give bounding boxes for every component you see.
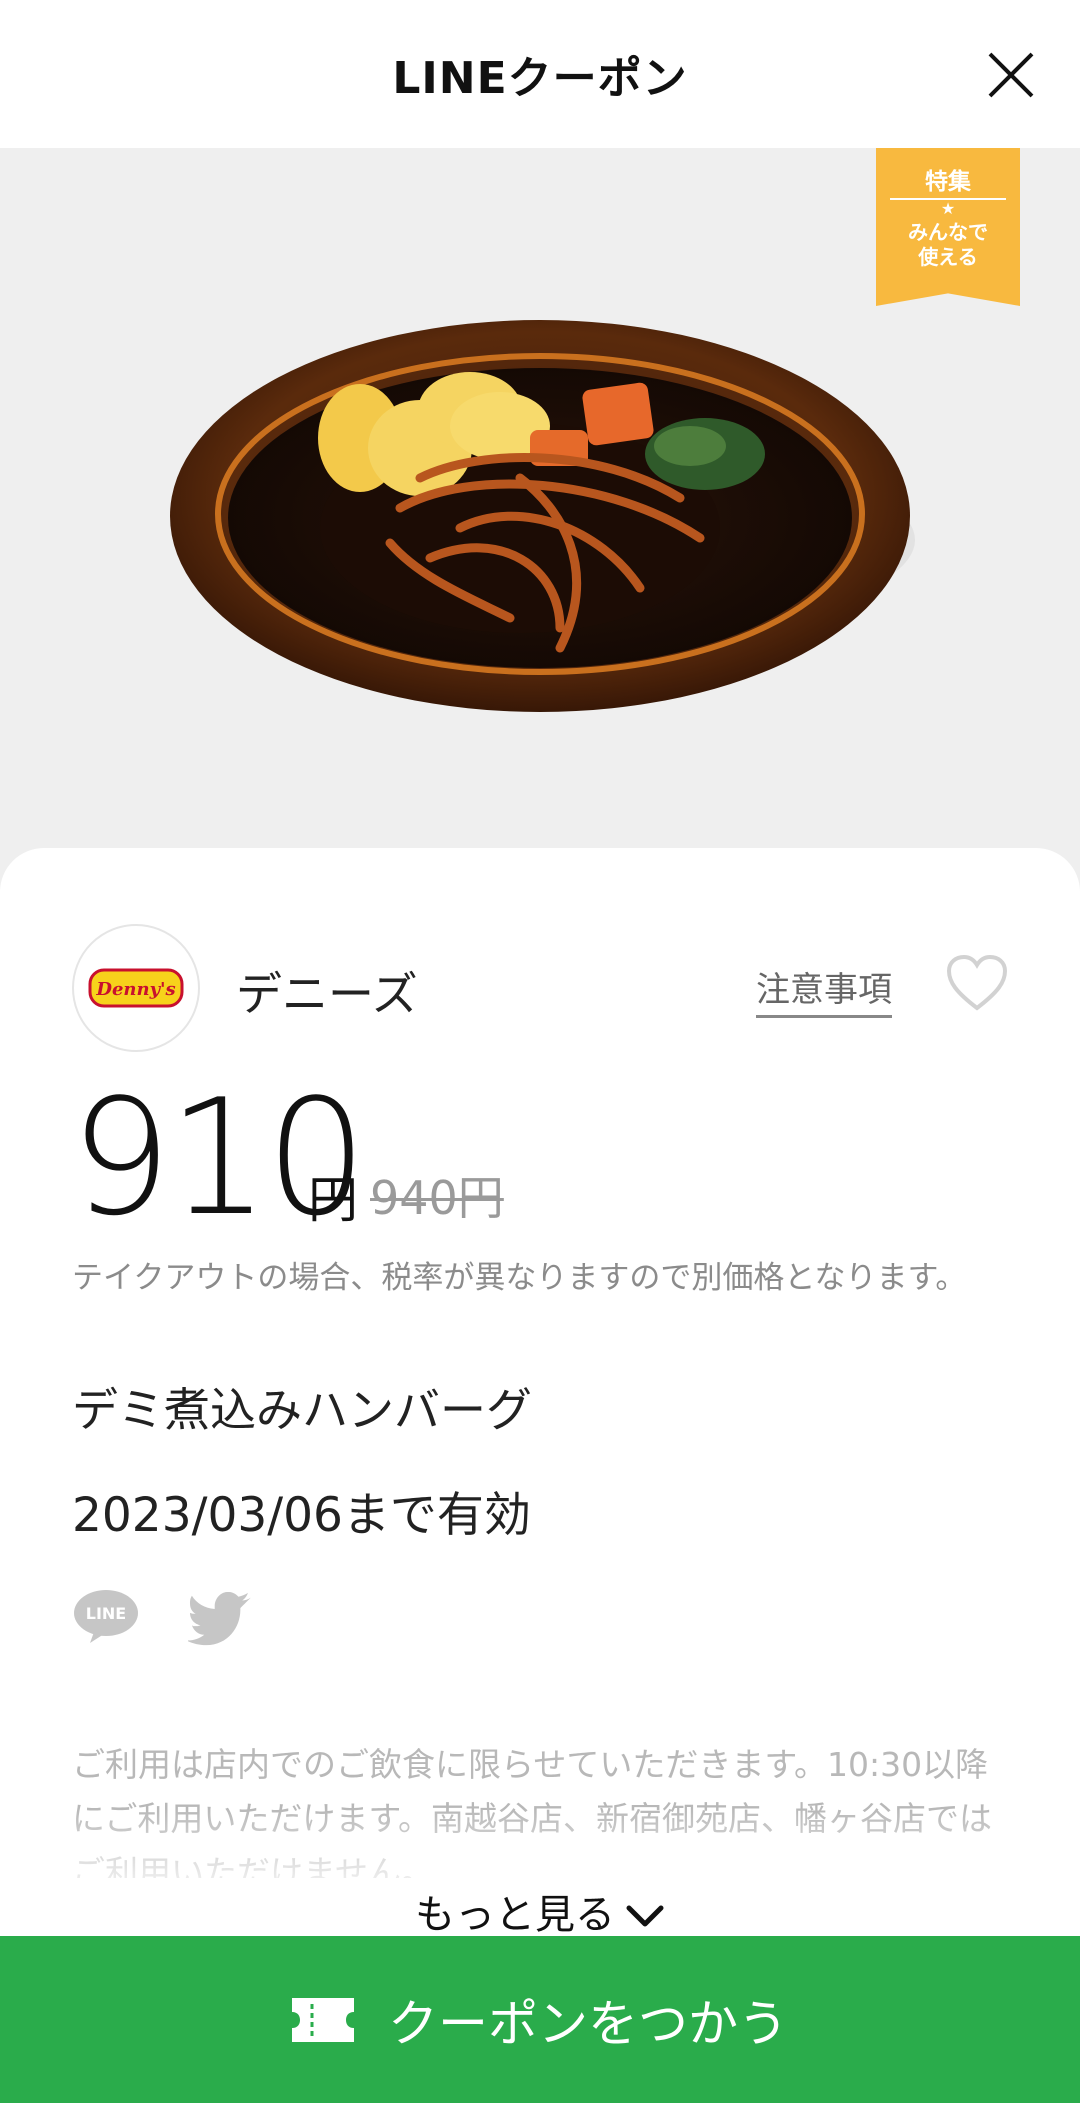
show-more-label: もっと見る (415, 1892, 615, 1938)
line-share-icon[interactable]: LINE (72, 1588, 140, 1644)
chevron-down-icon (626, 1905, 664, 1927)
coupon-card: Denny's デニーズ 注意事項 910 円 940円 テイクアウトの場合、税… (0, 848, 1080, 2103)
badge-line-3: 使える (918, 245, 978, 269)
shop-logo: Denny's (72, 924, 200, 1052)
app-header: LINEクーポン (0, 0, 1080, 149)
feature-badge: 特集 ★ みんなで 使える (876, 148, 1020, 306)
price-unit: 円 (308, 1171, 358, 1229)
show-more-button[interactable]: もっと見る (0, 1882, 1080, 1940)
use-coupon-label: クーポンをつかう (388, 1994, 788, 2053)
svg-text:LINE: LINE (86, 1604, 126, 1623)
favorite-heart-icon[interactable] (946, 954, 1008, 1012)
dennys-logo-icon: Denny's (88, 968, 184, 1008)
badge-star-icon: ★ (890, 198, 1006, 218)
ticket-icon (292, 1997, 354, 2042)
badge-line-2: みんなで (908, 220, 988, 244)
svg-text:Denny's: Denny's (95, 979, 175, 1000)
shop-name: デニーズ (236, 967, 418, 1021)
validity-date: 2023/03/06まで有効 (72, 1488, 531, 1543)
original-price: 940円 (370, 1171, 504, 1225)
twitter-share-icon[interactable] (188, 1592, 254, 1648)
close-icon[interactable] (986, 50, 1036, 100)
tax-note: テイクアウトの場合、税率が異なりますので別価格となります。 (72, 1260, 967, 1296)
badge-title: 特集 (925, 169, 971, 195)
use-coupon-button[interactable]: クーポンをつかう (0, 1936, 1080, 2103)
app-title: LINEクーポン (392, 53, 688, 104)
product-name: デミ煮込みハンバーグ (72, 1383, 532, 1437)
notes-link[interactable]: 注意事項 (756, 962, 892, 1018)
